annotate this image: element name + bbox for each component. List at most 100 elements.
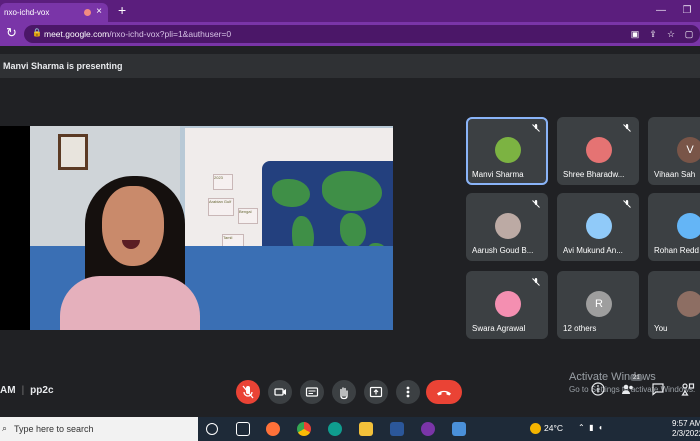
clock-time: 9:57 AM — [672, 419, 700, 428]
participant-tile[interactable]: V Vihaan Sah — [648, 117, 700, 185]
map-landmass — [272, 179, 310, 207]
url-host: meet.google.com — [44, 29, 110, 39]
participant-tile[interactable]: Shree Bharadw... — [557, 117, 639, 185]
more-options-button[interactable] — [396, 380, 420, 404]
task-view-icon[interactable] — [236, 422, 250, 436]
participant-tile[interactable]: Manvi Sharma — [466, 117, 548, 185]
meeting-time: AM — [0, 385, 16, 396]
file-explorer-icon[interactable] — [359, 422, 373, 436]
tab-close-icon[interactable]: × — [96, 6, 102, 17]
browser-toolbar: ↻ 🔒 meet.google.com/nxo-ichd-vox?pli=1&a… — [0, 22, 700, 46]
reload-icon[interactable]: ↻ — [6, 25, 17, 41]
edge-icon[interactable] — [328, 422, 342, 436]
chrome-profile-icon[interactable] — [421, 422, 435, 436]
muted-mic-icon — [532, 200, 540, 208]
volume-icon[interactable]: ◖ — [598, 423, 603, 432]
meeting-details[interactable]: AM | pp2c — [0, 385, 54, 396]
more-vert-icon — [406, 386, 410, 398]
lock-icon: 🔒 — [32, 28, 42, 37]
info-icon[interactable] — [590, 381, 606, 397]
video-camera-icon — [274, 388, 286, 396]
clock-date: 2/3/2022 — [672, 429, 700, 438]
participant-tile[interactable]: Swara Agrawal — [466, 271, 548, 339]
browser-tab-strip: nxo-ichd-vox × + — ❐ — [0, 0, 700, 22]
address-bar-icons: ▣ ⇪ ☆ ▢ — [626, 25, 698, 43]
meeting-code: pp2c — [30, 385, 54, 396]
participant-avatar — [677, 213, 700, 239]
camera-icon[interactable]: ▣ — [626, 25, 644, 43]
chat-icon[interactable] — [650, 381, 666, 397]
network-icon[interactable]: ▮ — [589, 423, 593, 432]
participant-name: Vihaan Sah — [654, 170, 696, 179]
participant-name: Avi Mukund An... — [563, 246, 623, 255]
browser-tab[interactable]: nxo-ichd-vox × — [0, 3, 108, 22]
present-screen-button[interactable] — [364, 380, 388, 404]
bookmark-star-icon[interactable]: ☆ — [662, 25, 680, 43]
tray-chevron-icon[interactable]: ⌃ — [578, 423, 585, 432]
people-icon[interactable] — [620, 381, 636, 397]
participant-avatar — [677, 291, 700, 317]
present-icon — [369, 386, 383, 398]
poster-sticker: Bengal — [238, 208, 258, 224]
participant-name: Rohan Redd — [654, 246, 699, 255]
taskbar-search[interactable]: ⌕ Type here to search — [0, 417, 198, 441]
participant-tile[interactable]: Avi Mukund An... — [557, 193, 639, 261]
leave-call-button[interactable] — [426, 380, 462, 404]
muted-mic-icon — [532, 278, 540, 286]
weather-widget[interactable]: 24°C — [530, 423, 563, 435]
participant-avatar — [495, 213, 521, 239]
tab-title: nxo-ichd-vox — [4, 8, 50, 17]
participant-avatar — [586, 213, 612, 239]
maximize-button[interactable]: ❐ — [674, 0, 700, 22]
activities-icon[interactable] — [680, 381, 696, 397]
map-landmass — [340, 213, 366, 247]
muted-mic-icon — [623, 124, 631, 132]
participant-name: Manvi Sharma — [472, 170, 524, 179]
participant-name: Aarush Goud B... — [472, 246, 534, 255]
presenter-clothing — [60, 276, 200, 330]
presenting-banner: Manvi Sharma is presenting — [0, 54, 700, 78]
search-placeholder: Type here to search — [14, 424, 94, 434]
participant-name: You — [654, 324, 668, 333]
hang-up-icon — [437, 390, 451, 396]
search-icon: ⌕ — [2, 423, 8, 433]
participant-tile[interactable]: You — [648, 271, 700, 339]
taskbar-clock[interactable]: 9:57 AM 2/3/2022 — [672, 419, 700, 439]
photos-icon[interactable] — [452, 422, 466, 436]
participant-avatar: V — [677, 137, 700, 163]
hand-icon — [340, 387, 348, 400]
presenter-face — [102, 186, 164, 266]
participant-tile[interactable]: R 12 others — [557, 271, 639, 339]
new-tab-button[interactable]: + — [118, 2, 126, 18]
extensions-icon[interactable]: ▢ — [680, 25, 698, 43]
participant-tile[interactable]: Aarush Goud B... — [466, 193, 548, 261]
window-controls: — ❐ — [648, 0, 700, 22]
poster-sticker: Arabian Gulf — [208, 198, 234, 216]
participant-name: Shree Bharadw... — [563, 170, 625, 179]
wall-picture-frame — [58, 134, 88, 170]
minimize-button[interactable]: — — [648, 0, 674, 22]
poster-sticker: 2023 — [213, 174, 233, 190]
participant-tile[interactable]: Rohan Redd — [648, 193, 700, 261]
cortana-icon[interactable] — [206, 423, 218, 435]
raise-hand-button[interactable] — [332, 380, 356, 404]
sun-icon — [530, 423, 541, 435]
muted-mic-icon — [623, 200, 631, 208]
chrome-icon[interactable] — [297, 422, 311, 436]
presenter-video[interactable]: 2023 Arabian Gulf Bengal Tamil — [30, 126, 393, 330]
mic-off-icon — [242, 385, 254, 399]
participant-avatar — [586, 137, 612, 163]
mic-toggle-button[interactable] — [236, 380, 260, 404]
participant-avatar — [495, 291, 521, 317]
captions-button[interactable] — [300, 380, 324, 404]
map-landmass — [322, 171, 382, 211]
word-icon[interactable] — [390, 422, 404, 436]
url-path: /nxo-ichd-vox?pli=1&authuser=0 — [109, 29, 232, 39]
participant-avatar — [495, 137, 521, 163]
temperature: 24°C — [544, 423, 563, 433]
share-icon[interactable]: ⇪ — [644, 25, 662, 43]
participant-avatar: R — [586, 291, 612, 317]
firefox-icon[interactable] — [266, 422, 280, 436]
address-bar[interactable]: 🔒 meet.google.com/nxo-ichd-vox?pli=1&aut… — [24, 25, 700, 43]
camera-toggle-button[interactable] — [268, 380, 292, 404]
